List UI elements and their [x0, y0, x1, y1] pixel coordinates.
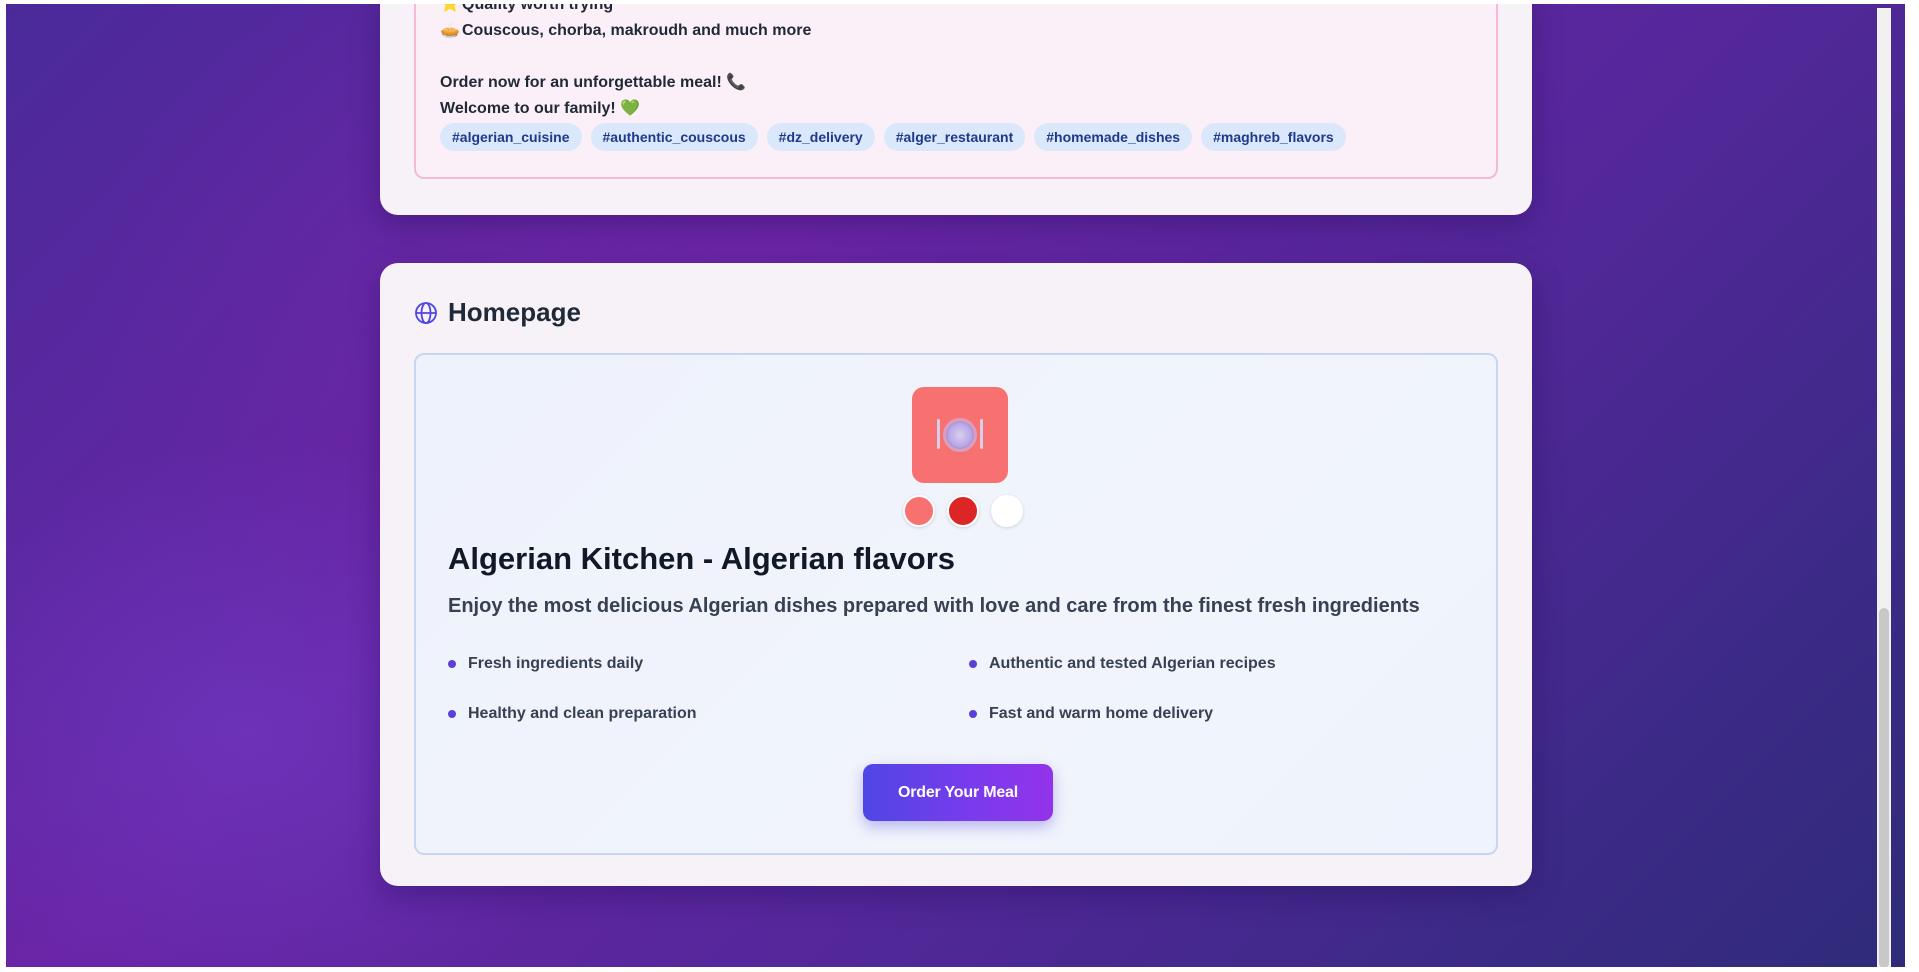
description-line: Welcome to our family! 💚	[440, 98, 640, 118]
description-box: ⭐ Quality worth trying 🥧 Couscous, chorba,…	[414, 4, 1498, 179]
homepage-title: Algerian Kitchen - Algerian flavors	[448, 541, 956, 576]
hashtag[interactable]: #algerian_cuisine	[440, 123, 582, 151]
pie-icon: 🥧	[440, 22, 460, 39]
description-line: ⭐ Quality worth trying	[440, 4, 613, 14]
fork-icon	[937, 419, 940, 449]
description-line: 🥧 Couscous, chorba, makroudh and much mor…	[440, 20, 811, 40]
scrollbar[interactable]	[1877, 8, 1891, 967]
feature-item: Healthy and clean preparation	[448, 705, 697, 723]
hashtag[interactable]: #maghreb_flavors	[1201, 123, 1346, 151]
plate-cutlery-icon	[937, 419, 983, 449]
description-text: Order now for an unforgettable meal! 📞	[440, 74, 747, 91]
bullet-icon	[969, 710, 977, 718]
bullet-icon	[448, 710, 456, 718]
description-line: Order now for an unforgettable meal! 📞	[440, 72, 746, 92]
hashtag[interactable]: #alger_restaurant	[883, 123, 1026, 151]
color-swatch[interactable]	[991, 495, 1023, 527]
feature-label: Fast and warm home delivery	[989, 705, 1214, 722]
section-title: Homepage	[448, 297, 581, 327]
feature-item: Fresh ingredients daily	[448, 655, 643, 673]
description-text: Couscous, chorba, makroudh and much more	[462, 22, 812, 39]
page-viewport: ⭐ Quality worth trying 🥧 Couscous, chorba,…	[6, 4, 1905, 967]
hashtag[interactable]: #authentic_couscous	[590, 123, 758, 151]
feature-list: Fresh ingredients daily Authentic and te…	[448, 651, 1488, 751]
description-card: ⭐ Quality worth trying 🥧 Couscous, chorba,…	[380, 4, 1532, 215]
homepage-preview: Algerian Kitchen - Algerian flavors Enjo…	[414, 353, 1498, 855]
hashtag[interactable]: #homemade_dishes	[1034, 123, 1193, 151]
feature-label: Healthy and clean preparation	[468, 705, 697, 722]
bullet-icon	[969, 660, 977, 668]
knife-icon	[980, 419, 983, 449]
color-swatches	[903, 495, 1023, 527]
order-meal-button[interactable]: Order Your Meal	[863, 764, 1053, 821]
feature-item: Authentic and tested Algerian recipes	[969, 655, 1276, 673]
feature-label: Authentic and tested Algerian recipes	[989, 655, 1276, 672]
description-text: Welcome to our family! 💚	[440, 100, 641, 117]
logo-tile	[912, 387, 1008, 483]
hashtag[interactable]: #dz_delivery	[766, 123, 875, 151]
scrollbar-thumb[interactable]	[1879, 608, 1889, 967]
hashtag-list: #algerian_cuisine #authentic_couscous #d…	[440, 123, 1346, 151]
color-swatch[interactable]	[947, 495, 979, 527]
homepage-card: Homepage Algerian Kitchen - Algerian fla…	[380, 263, 1532, 886]
description-text: Quality worth trying	[462, 4, 614, 13]
bullet-icon	[448, 660, 456, 668]
feature-item: Fast and warm home delivery	[969, 705, 1213, 723]
color-swatch[interactable]	[903, 495, 935, 527]
section-header: Homepage	[414, 297, 581, 328]
homepage-subtitle: Enjoy the most delicious Algerian dishes…	[448, 595, 1420, 617]
star-icon: ⭐	[440, 4, 460, 13]
globe-icon	[415, 301, 437, 324]
feature-label: Fresh ingredients daily	[468, 655, 644, 672]
